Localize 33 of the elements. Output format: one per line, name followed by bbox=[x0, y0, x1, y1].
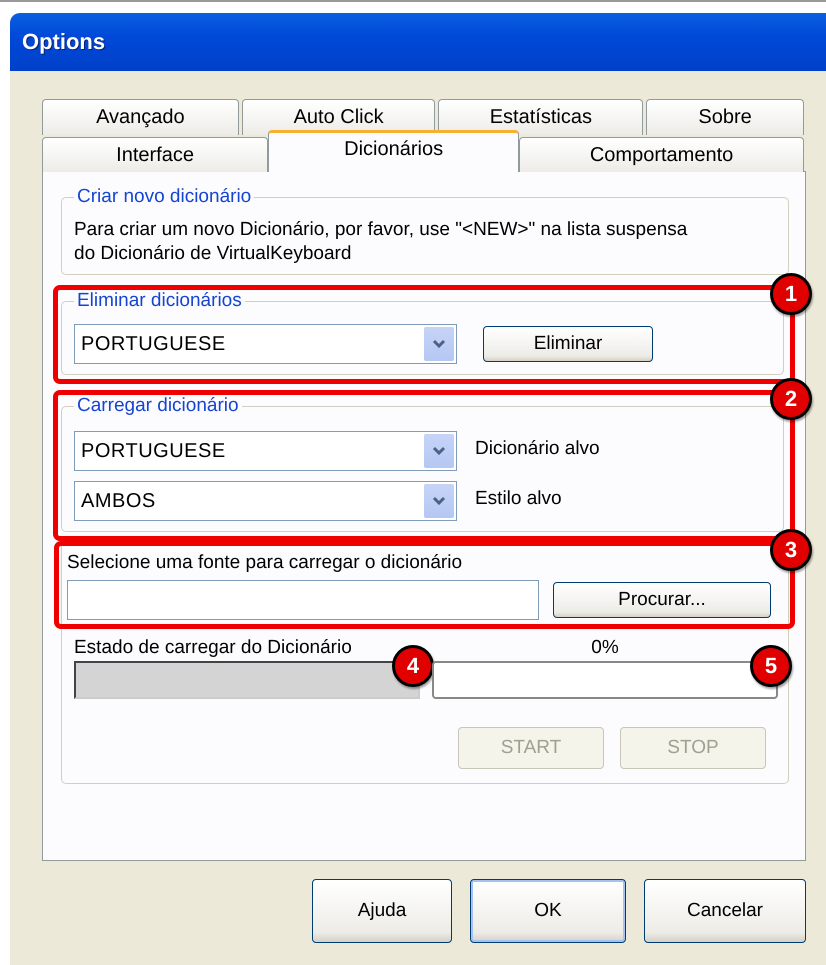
field-label: Dicionário alvo bbox=[475, 438, 600, 460]
chevron-down-icon bbox=[432, 496, 446, 506]
chevron-down-icon bbox=[432, 339, 446, 349]
percent-label: 0% bbox=[591, 637, 619, 659]
tab[interactable]: Comportamento bbox=[519, 137, 804, 172]
callout-number: 5 bbox=[750, 645, 792, 687]
callout-number: 2 bbox=[770, 378, 812, 420]
delete-button[interactable]: Eliminar bbox=[483, 326, 653, 362]
field-label: Selecione uma fonte para carregar o dicionário bbox=[67, 552, 464, 574]
dropdown[interactable]: PORTUGUESE bbox=[74, 324, 457, 364]
tab[interactable]: Avançado bbox=[42, 99, 239, 135]
dropdown[interactable]: AMBOS bbox=[74, 481, 457, 521]
tab[interactable]: Dicionários bbox=[268, 130, 520, 172]
group-title: Carregar dicionário bbox=[76, 395, 240, 417]
dialog-button[interactable]: Cancelar bbox=[644, 879, 806, 943]
dialog-button[interactable]: Ajuda bbox=[312, 879, 452, 943]
info-text: Para criar um novo Dicionário, por favor, use "<NEW>" na lista suspensa do Dicionário de VirtualKeyboard bbox=[74, 218, 688, 266]
group-title: Eliminar dicionários bbox=[76, 290, 243, 312]
tab[interactable]: Estatísticas bbox=[438, 99, 644, 135]
dropdown[interactable]: PORTUGUESE bbox=[74, 431, 457, 471]
callout-number: 3 bbox=[770, 529, 812, 571]
status-label: Estado de carregar do Dicionário bbox=[74, 637, 352, 659]
path-input-field[interactable] bbox=[67, 580, 539, 620]
callout-number: 1 bbox=[770, 273, 812, 315]
field-label: Estilo alvo bbox=[475, 488, 562, 510]
dialog-button[interactable]: OK bbox=[470, 879, 626, 943]
callout-number: 4 bbox=[392, 645, 434, 687]
window-title: Options bbox=[22, 29, 106, 55]
chevron-down-icon bbox=[432, 446, 446, 456]
group-title: Criar novo dicionário bbox=[76, 186, 252, 208]
browse-button[interactable]: Procurar... bbox=[553, 582, 771, 618]
tab[interactable]: Interface bbox=[42, 137, 268, 172]
tab[interactable]: Sobre bbox=[646, 99, 804, 135]
